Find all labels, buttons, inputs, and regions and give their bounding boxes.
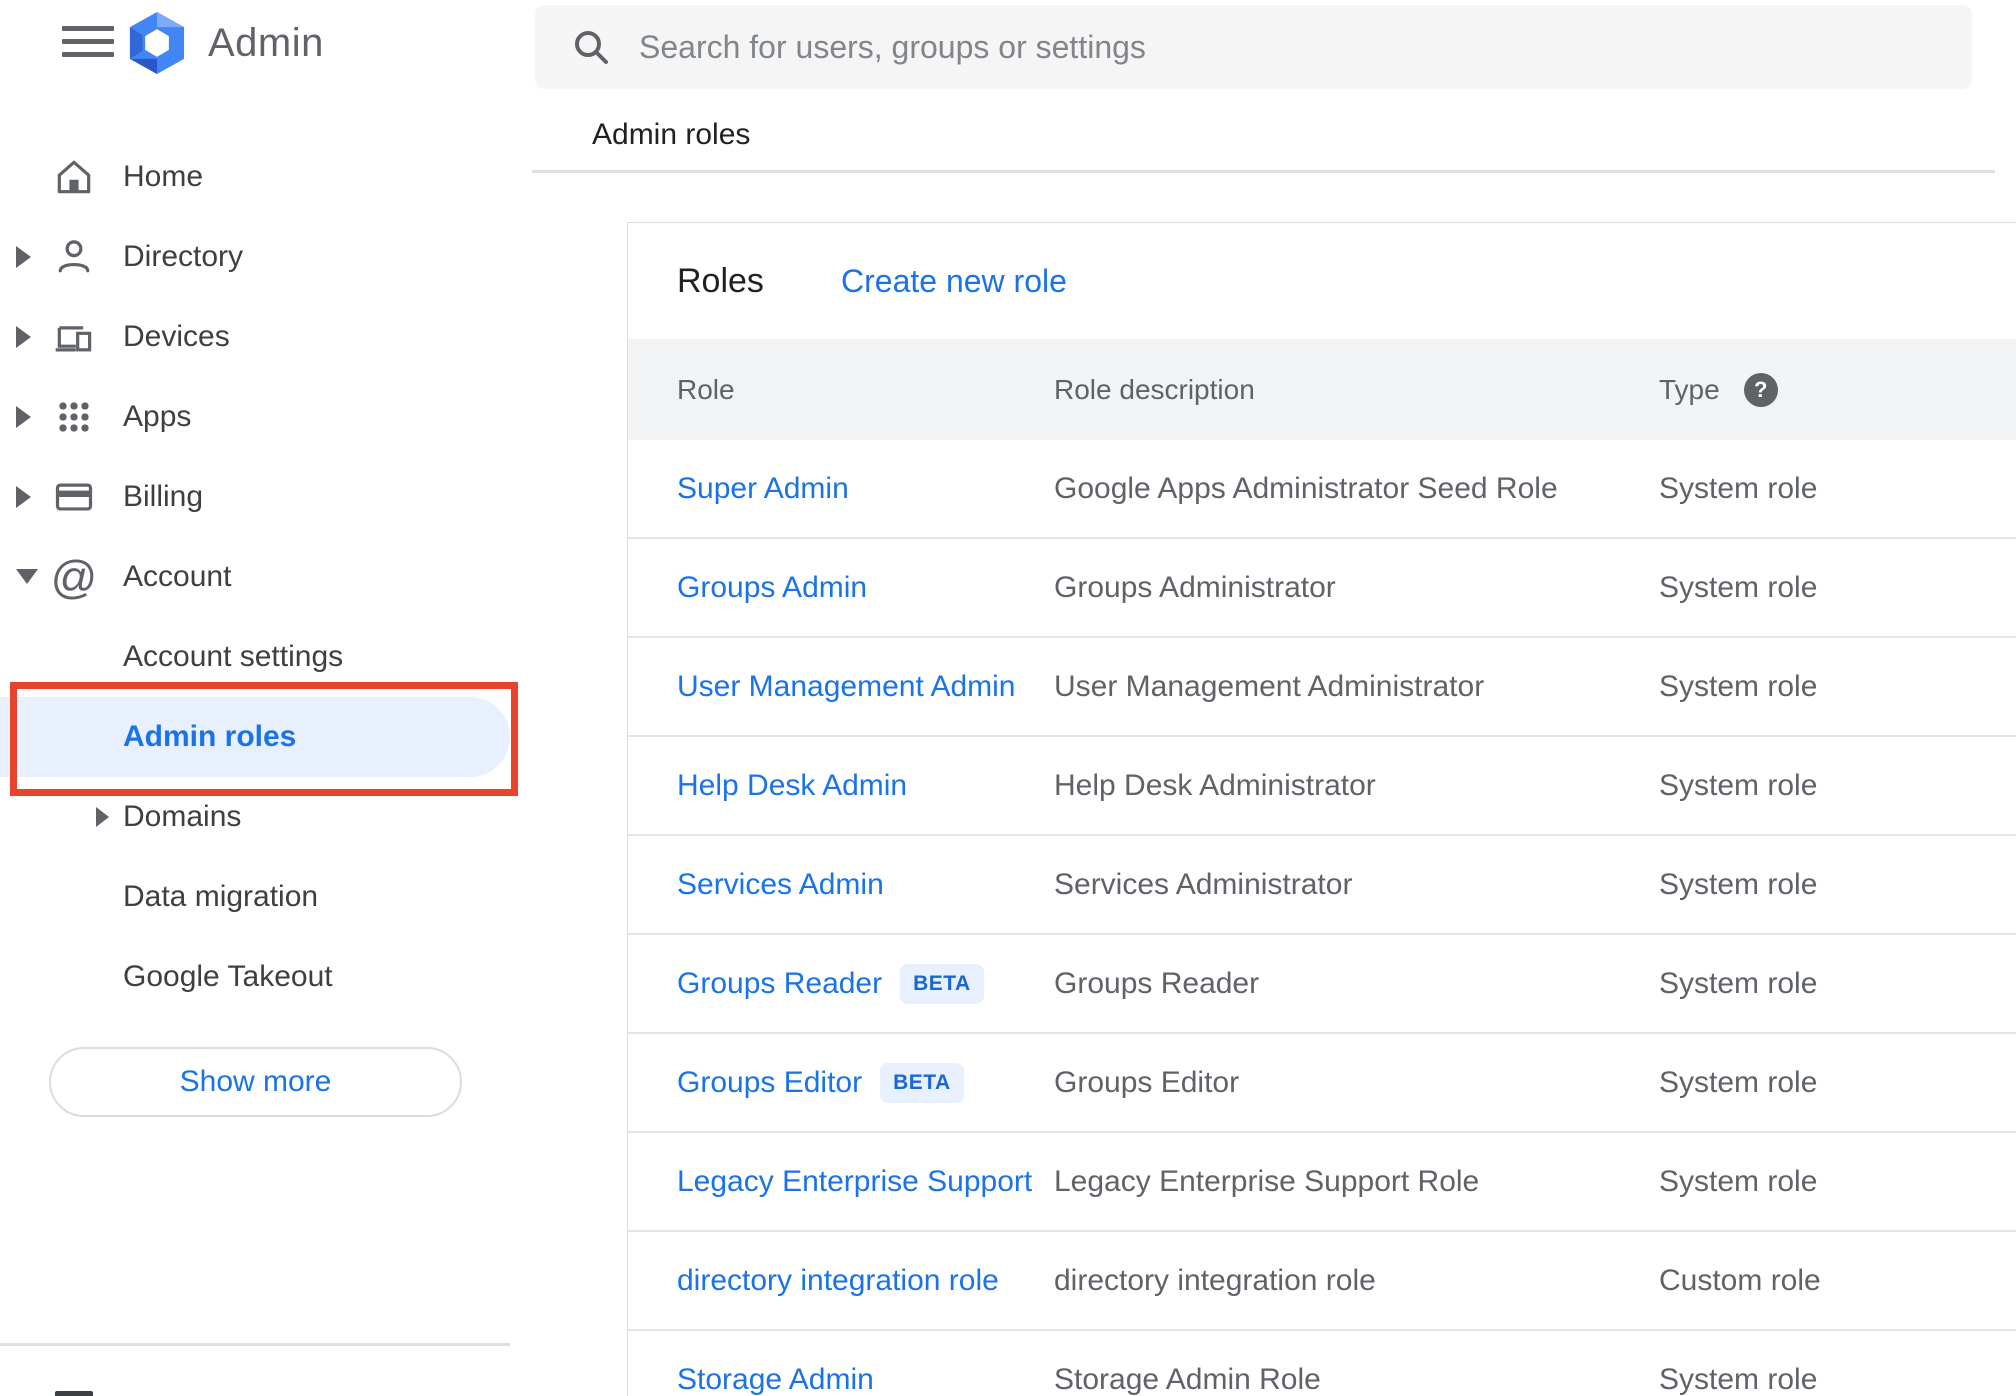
role-description: Storage Admin Role	[1054, 1362, 1321, 1396]
role-type: System role	[1659, 1362, 1818, 1396]
beta-badge: BETA	[900, 963, 984, 1004]
sidebar-item-data-migration[interactable]: Data migration	[0, 857, 532, 937]
sidebar-item-apps[interactable]: Apps	[0, 377, 532, 457]
expand-right-icon[interactable]	[96, 807, 109, 827]
sidebar-label-home: Home	[123, 160, 204, 193]
table-row: Groups Editor BETA Groups Editor System …	[628, 1034, 2016, 1133]
roles-card-header: Roles Create new role	[628, 223, 2016, 339]
role-description: Google Apps Administrator Seed Role	[1054, 471, 1558, 505]
admin-hexagon-logo-icon	[129, 11, 185, 75]
role-type: System role	[1659, 570, 1818, 604]
sidebar-item-account[interactable]: @ Account	[0, 537, 532, 617]
header-divider	[532, 170, 1995, 173]
expand-right-icon[interactable]	[16, 406, 31, 428]
role-link[interactable]: Groups Editor	[677, 1066, 862, 1100]
role-type: System role	[1659, 1164, 1818, 1198]
role-description: Services Administrator	[1054, 867, 1353, 901]
role-link[interactable]: Storage Admin	[677, 1363, 874, 1396]
role-link[interactable]: Groups Admin	[677, 571, 867, 605]
table-row: Services Admin Services Administrator Sy…	[628, 836, 2016, 935]
expand-right-icon[interactable]	[16, 246, 31, 268]
role-type: Custom role	[1659, 1263, 1821, 1297]
column-header-role-description: Role description	[1054, 373, 1255, 405]
credit-card-icon	[50, 473, 98, 521]
sidebar-item-billing[interactable]: Billing	[0, 457, 532, 537]
role-type: System role	[1659, 471, 1818, 505]
create-new-role-link[interactable]: Create new role	[841, 263, 1067, 300]
role-description: Groups Administrator	[1054, 570, 1336, 604]
table-header-row: Role Role description Type ?	[628, 339, 2016, 440]
roles-title: Roles	[677, 261, 764, 300]
role-type: System role	[1659, 1065, 1818, 1099]
role-description: Groups Reader	[1054, 966, 1260, 1000]
role-type: System role	[1659, 669, 1818, 703]
role-description: Groups Editor	[1054, 1065, 1240, 1099]
sidebar-label-billing: Billing	[123, 480, 204, 513]
table-row: Super Admin Google Apps Administrator Se…	[628, 440, 2016, 539]
table-row: User Management Admin User Management Ad…	[628, 638, 2016, 737]
show-more-button[interactable]: Show more	[49, 1047, 462, 1117]
sidebar-item-domains[interactable]: Domains	[0, 777, 532, 857]
table-row: directory integration role directory int…	[628, 1232, 2016, 1331]
sidebar-item-google-takeout[interactable]: Google Takeout	[0, 937, 532, 1017]
sidebar-label-account: Account	[123, 560, 232, 593]
menu-hamburger-icon[interactable]	[52, 22, 124, 62]
devices-icon	[50, 313, 98, 361]
sidebar-item-admin-roles[interactable]: Admin roles	[0, 697, 510, 777]
table-row: Help Desk Admin Help Desk Administrator …	[628, 737, 2016, 836]
role-link[interactable]: Services Admin	[677, 868, 884, 902]
sidebar-item-home[interactable]: Home	[0, 137, 532, 217]
table-row: Legacy Enterprise Support Legacy Enterpr…	[628, 1133, 2016, 1232]
role-description: Legacy Enterprise Support Role	[1054, 1164, 1480, 1198]
search-input[interactable]: Search for users, groups or settings	[535, 5, 1972, 89]
sidebar-label-devices: Devices	[123, 320, 230, 353]
sidebar-item-account-settings[interactable]: Account settings	[0, 617, 532, 697]
sidebar-label-admin-roles: Admin roles	[123, 720, 297, 753]
sidebar-bottom-divider	[0, 1343, 510, 1346]
role-description: User Management Administrator	[1054, 669, 1485, 703]
sidebar-label-account-settings: Account settings	[123, 640, 344, 673]
role-link[interactable]: directory integration role	[677, 1264, 999, 1298]
expand-right-icon[interactable]	[16, 326, 31, 348]
sidebar-label-google-takeout: Google Takeout	[123, 960, 333, 993]
sidebar-label-directory: Directory	[123, 240, 244, 273]
sidebar-label-apps: Apps	[123, 400, 192, 433]
apps-grid-icon	[50, 393, 98, 441]
help-icon[interactable]: ?	[1743, 372, 1778, 407]
breadcrumb: Admin roles	[592, 118, 751, 151]
at-sign-icon: @	[50, 551, 98, 603]
role-type: System role	[1659, 867, 1818, 901]
role-link[interactable]: User Management Admin	[677, 670, 1016, 704]
person-icon	[50, 233, 98, 281]
expand-right-icon[interactable]	[16, 486, 31, 508]
table-row: Storage Admin Storage Admin Role System …	[628, 1331, 2016, 1396]
role-type: System role	[1659, 966, 1818, 1000]
role-link[interactable]: Help Desk Admin	[677, 769, 907, 803]
column-header-role: Role	[677, 373, 735, 405]
role-type: System role	[1659, 768, 1818, 802]
role-link[interactable]: Legacy Enterprise Support	[677, 1165, 1032, 1199]
admin-console-screen: Admin Search for users, groups or settin…	[0, 0, 2016, 1396]
search-icon	[575, 31, 608, 64]
clipped-bottom-icon	[55, 1391, 93, 1396]
product-name: Admin	[208, 20, 324, 65]
role-description: directory integration role	[1054, 1263, 1376, 1297]
sidebar-item-devices[interactable]: Devices	[0, 297, 532, 377]
role-link[interactable]: Super Admin	[677, 472, 849, 506]
search-placeholder: Search for users, groups or settings	[639, 28, 1146, 65]
table-row: Groups Admin Groups Administrator System…	[628, 539, 2016, 638]
column-header-type: Type	[1659, 373, 1720, 405]
roles-card: Roles Create new role Role Role descript…	[627, 222, 2016, 1396]
roles-table-body: Super Admin Google Apps Administrator Se…	[628, 440, 2016, 1396]
admin-logo: Admin	[124, 10, 324, 76]
home-icon	[50, 153, 98, 201]
sidebar-label-data-migration: Data migration	[123, 880, 319, 913]
sidebar-label-domains: Domains	[123, 800, 242, 833]
sidebar-item-directory[interactable]: Directory	[0, 217, 532, 297]
beta-badge: BETA	[880, 1062, 964, 1103]
role-description: Help Desk Administrator	[1054, 768, 1376, 802]
collapse-down-icon[interactable]	[16, 569, 38, 584]
role-link[interactable]: Groups Reader	[677, 967, 882, 1001]
table-row: Groups Reader BETA Groups Reader System …	[628, 935, 2016, 1034]
